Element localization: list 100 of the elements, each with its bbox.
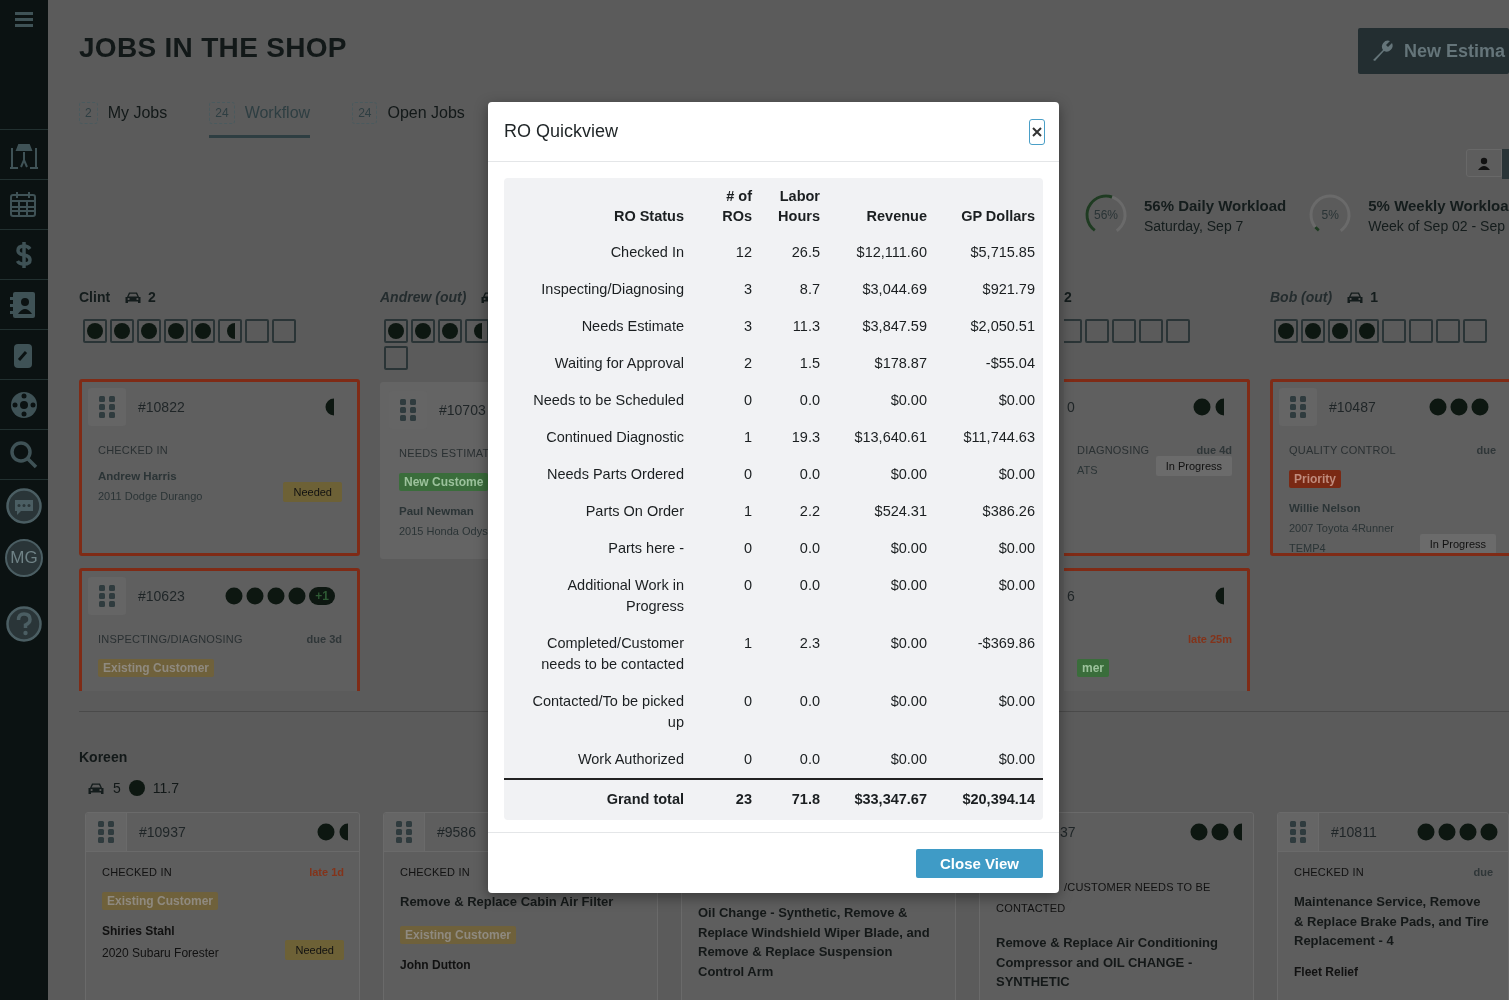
help-icon[interactable] <box>6 606 42 642</box>
total-cell: Grand total <box>504 779 692 820</box>
job-number: 37 <box>1060 824 1077 840</box>
table-cell: 1 <box>692 419 760 456</box>
customer-name: Shiries Stahl <box>102 924 176 938</box>
total-cell: 71.8 <box>760 779 828 820</box>
vehicle-name: 2020 Subaru Forester <box>102 946 219 960</box>
table-cell: Completed/Customer needs to be contacted <box>504 625 692 683</box>
job-number: #10703 <box>439 402 486 418</box>
user-avatar[interactable]: MG <box>5 539 43 577</box>
table-cell: $386.26 <box>935 493 1043 530</box>
table-cell: 1 <box>692 625 760 683</box>
table-cell: $0.00 <box>828 683 935 741</box>
job-number: #10822 <box>138 399 186 415</box>
parts-status-badge: In Progress <box>1419 534 1496 553</box>
drag-handle-icon <box>396 821 412 843</box>
table-cell: 11.3 <box>760 308 828 345</box>
drag-handle[interactable] <box>1278 813 1319 851</box>
table-cell: -$55.04 <box>935 345 1043 382</box>
table-cell: $3,044.69 <box>828 271 935 308</box>
table-cell: $2,050.51 <box>935 308 1043 345</box>
total-cell: $20,394.14 <box>935 779 1043 820</box>
customer-tag: Existing Customer <box>98 659 215 677</box>
chat-icon[interactable] <box>6 488 42 524</box>
job-dot-icon <box>128 780 145 796</box>
column-header: GP Dollars <box>935 178 1043 234</box>
drag-handle[interactable] <box>88 388 126 426</box>
table-cell: $12,111.60 <box>828 234 935 271</box>
table-cell: $3,847.59 <box>828 308 935 345</box>
car-count: 1 <box>1370 289 1378 305</box>
close-view-button[interactable]: Close View <box>916 848 1043 878</box>
hours-total: 11.7 <box>152 780 179 796</box>
close-button[interactable] <box>1029 118 1045 145</box>
job-description: Remove & Replace Air Conditioning Compressor and OIL CHANGE - SYNTHETIC <box>996 934 1219 991</box>
table-cell: 2 <box>692 345 760 382</box>
menu-icon[interactable] <box>15 12 33 27</box>
search-icon[interactable] <box>9 439 39 470</box>
workload-title: 5% Weekly Workloa <box>1368 196 1509 214</box>
table-cell: $0.00 <box>828 382 935 419</box>
table-cell: $524.31 <box>828 493 935 530</box>
drag-handle[interactable] <box>88 577 126 615</box>
due-time: late 1d <box>309 866 344 878</box>
car-icon <box>124 290 143 304</box>
parts-status-badge: Needed <box>285 940 344 960</box>
table-cell: $11,744.63 <box>935 419 1043 456</box>
job-status: CHECKED IN <box>400 866 470 878</box>
table-cell: 0 <box>692 382 760 419</box>
table-cell: 19.3 <box>760 419 828 456</box>
customer-tag: Existing Customer <box>102 892 219 910</box>
person-icon <box>1478 156 1490 170</box>
job-card[interactable]: 6 late 25m mer <box>1064 568 1250 691</box>
drag-handle-icon <box>99 396 115 418</box>
tire-icon[interactable] <box>9 389 39 420</box>
job-number: #9586 <box>437 824 477 840</box>
drag-handle[interactable] <box>86 813 127 851</box>
car-count: 5 <box>113 780 121 796</box>
job-description: Remove & Replace Cabin Air Filter <box>400 893 615 911</box>
calendar-icon[interactable] <box>9 189 39 220</box>
table-cell: Continued Diagnostic <box>504 419 692 456</box>
table-cell: 0 <box>692 741 760 779</box>
table-cell: 0.0 <box>760 567 828 625</box>
table-cell: 0 <box>692 567 760 625</box>
customer-name: Paul Newman <box>399 505 475 517</box>
technician-name[interactable]: Clint <box>79 289 111 305</box>
table-cell: 0.0 <box>760 456 828 493</box>
table-cell: 3 <box>692 271 760 308</box>
table-cell: 0.0 <box>760 683 828 741</box>
table-cell: Parts On Order <box>504 493 692 530</box>
table-cell: $0.00 <box>828 567 935 625</box>
table-cell: 26.5 <box>760 234 828 271</box>
workload-title: 56% Daily Workload <box>1144 196 1287 214</box>
technician-name[interactable]: 2 <box>1064 289 1072 305</box>
user-filter-button[interactable] <box>1466 149 1502 177</box>
job-status: CHECKED IN <box>102 866 172 878</box>
drag-handle[interactable] <box>384 813 425 851</box>
table-cell: $0.00 <box>828 530 935 567</box>
table-cell: Checked In <box>504 234 692 271</box>
table-cell: 0.0 <box>760 741 828 779</box>
job-number: 0 <box>1067 399 1076 415</box>
table-cell: 0 <box>692 530 760 567</box>
car-icon <box>87 781 105 795</box>
technician-name[interactable]: Andrew (out) <box>380 289 467 305</box>
new-estimate-button[interactable]: New Estima <box>1357 28 1509 74</box>
drag-handle-icon <box>99 585 115 607</box>
table-cell: 12 <box>692 234 760 271</box>
table-cell: $0.00 <box>828 456 935 493</box>
drag-handle-icon <box>1290 821 1306 843</box>
job-number: #10487 <box>1329 399 1377 415</box>
total-cell: $33,347.67 <box>828 779 935 820</box>
customer-name: John Dutton <box>400 957 471 972</box>
column-header: RO Status <box>504 178 692 234</box>
job-number: #10937 <box>139 824 187 840</box>
table-cell: $0.00 <box>828 741 935 779</box>
table-cell: Waiting for Approval <box>504 345 692 382</box>
table-cell: Parts here - <box>504 530 692 567</box>
page-title: JOBS IN THE SHOP <box>79 32 347 64</box>
drag-handle[interactable] <box>1279 388 1317 426</box>
table-cell: $5,715.85 <box>935 234 1043 271</box>
table-cell: Contacted/To be picked up <box>504 683 692 741</box>
table-cell: 2.2 <box>760 493 828 530</box>
